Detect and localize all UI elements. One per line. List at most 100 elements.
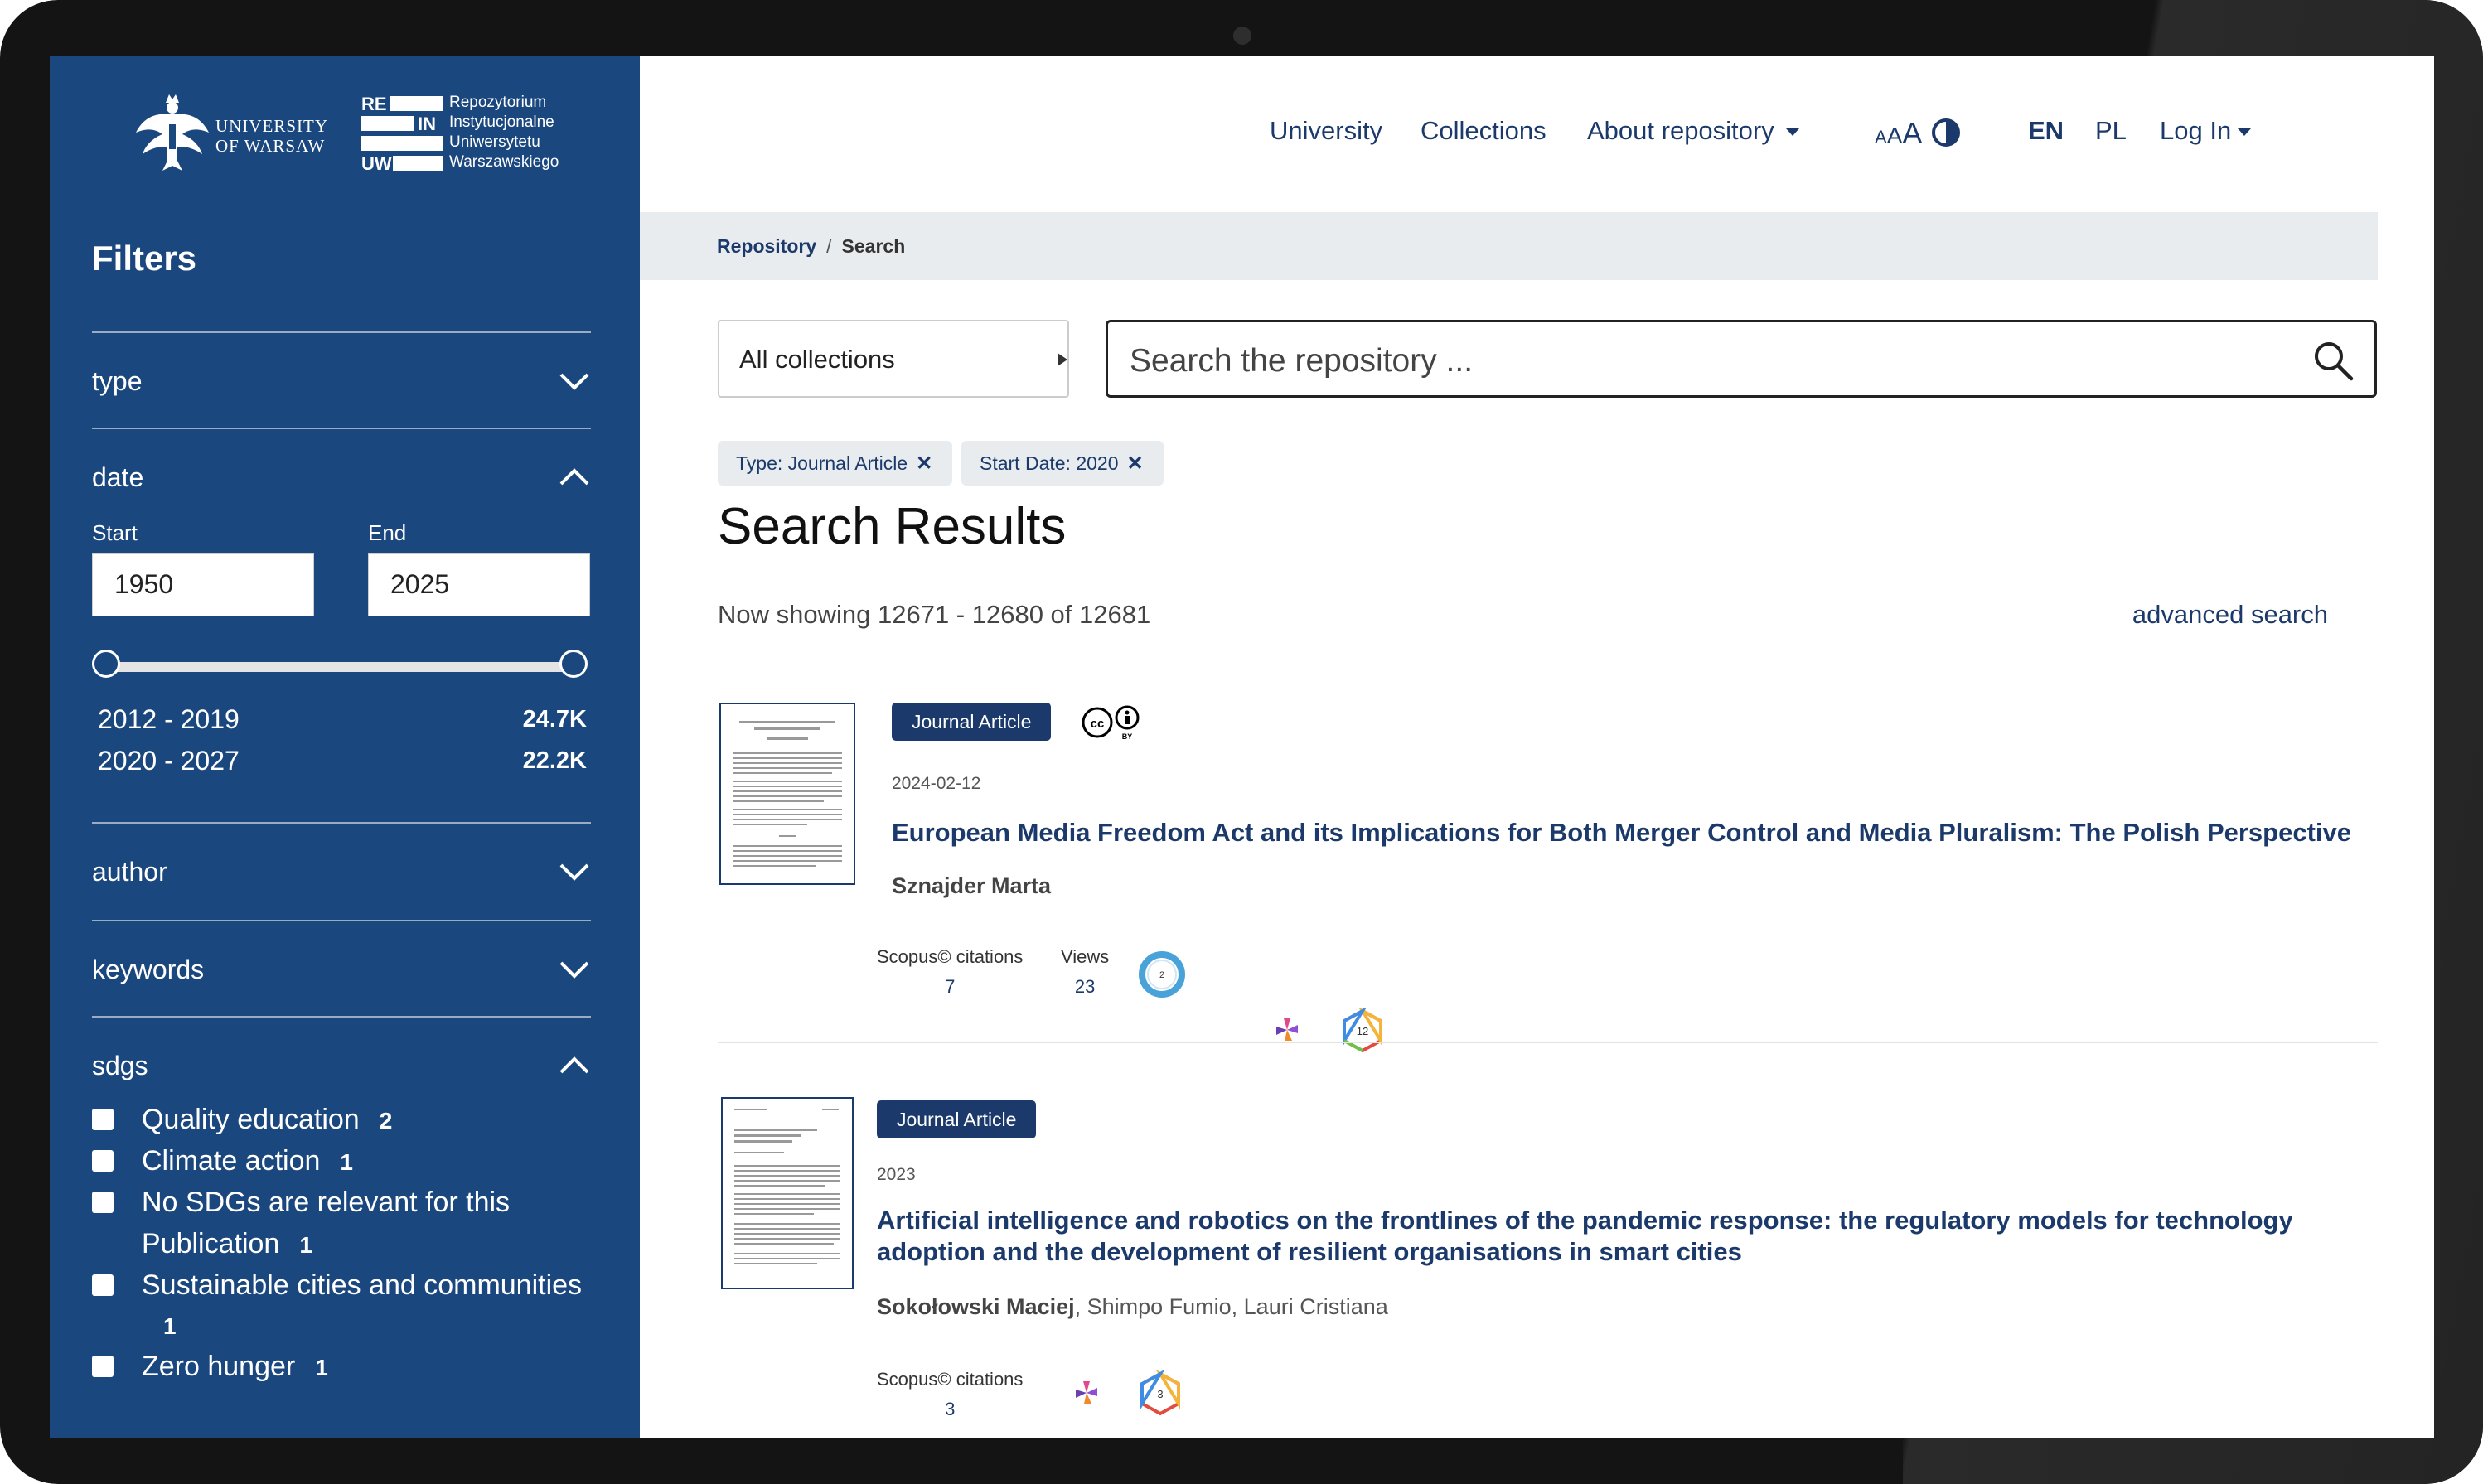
views-value: 23 (1074, 976, 1096, 997)
date-range-start-handle[interactable] (92, 650, 120, 678)
result-title-link[interactable]: European Media Freedom Act and its Impli… (892, 817, 2433, 848)
document-preview-icon (734, 1109, 840, 1264)
sdg-checkbox[interactable] (92, 1356, 114, 1377)
sdg-checkbox[interactable] (92, 1274, 114, 1296)
rein-text-line3: Uniwersytetu (449, 133, 540, 151)
camera-dot (1233, 27, 1251, 45)
login-label: Log In (2160, 116, 2232, 145)
result-author-link[interactable]: Sznajder Marta (892, 873, 1051, 898)
sdg-label: Zero hunger (142, 1351, 296, 1382)
font-size-toggle[interactable]: AAA (1875, 116, 1922, 151)
sdg-count: 1 (163, 1313, 177, 1339)
eagle-emblem-icon (136, 94, 209, 171)
result-thumbnail[interactable] (719, 703, 855, 885)
sdg-label: Sustainable cities and communities (142, 1269, 583, 1301)
item-type-badge: Journal Article (892, 703, 1052, 741)
lang-pl-link[interactable]: PL (2095, 116, 2127, 146)
nav-about-dropdown[interactable]: About repository (1587, 116, 1799, 146)
filters-title: Filters (92, 239, 197, 278)
rein-letters-uw: UW (361, 153, 392, 172)
search-input[interactable] (1128, 337, 2292, 385)
svg-text:cc: cc (1091, 717, 1105, 731)
university-of-warsaw-logo[interactable]: UNIVERSITY OF WARSAW (133, 91, 327, 174)
result-title-link[interactable]: Artificial intelligence and robotics on … (877, 1205, 2302, 1268)
rein-repository-logo[interactable]: RE IN UW Repozytorium Instytucjonalne Un… (361, 93, 577, 176)
dimensions-badge-icon[interactable]: 3 (1137, 1370, 1183, 1417)
rein-text-line1: Repozytorium (449, 94, 547, 111)
advanced-search-link[interactable]: advanced search (2132, 600, 2328, 630)
results-divider (718, 1042, 2378, 1043)
active-filter-label: Start Date: 2020 (980, 452, 1119, 474)
chevron-down-icon (559, 863, 589, 881)
facet-date-toggle[interactable]: date (92, 452, 591, 502)
views-metric[interactable]: Views 23 (1061, 946, 1109, 998)
date-end-input[interactable]: 2025 (368, 553, 590, 616)
nav-collections-link[interactable]: Collections (1421, 116, 1546, 146)
date-range-option[interactable]: 2020 - 2027 22.2K (98, 746, 587, 776)
svg-text:BY: BY (1122, 732, 1133, 741)
login-dropdown[interactable]: Log In (2160, 116, 2252, 146)
rein-text-line2: Instytucjonalne (449, 114, 554, 131)
date-start-label: Start (92, 520, 138, 545)
facet-sdgs-toggle[interactable]: sdgs (92, 1041, 591, 1090)
breadcrumb-repository-link[interactable]: Repository (717, 235, 816, 257)
result-authors: Sznajder Marta (892, 873, 1051, 899)
date-range-count: 24.7K (522, 706, 587, 732)
scopus-citations-metric[interactable]: Scopus© citations 7 (877, 946, 1023, 998)
chevron-down-icon (559, 961, 589, 979)
dimensions-badge-icon[interactable]: 12 (1339, 1008, 1386, 1054)
search-icon[interactable] (2311, 339, 2355, 382)
chevron-up-icon (559, 1056, 589, 1074)
result-date: 2024-02-12 (892, 774, 981, 793)
facet-author-toggle[interactable]: author (92, 847, 591, 897)
facet-divider (92, 331, 591, 333)
nav-university-link[interactable]: University (1270, 116, 1382, 146)
collection-select[interactable]: All collections (718, 320, 1069, 398)
active-filter-chip[interactable]: Type: Journal Article ✕ (718, 441, 953, 486)
lang-en-link[interactable]: EN (2028, 116, 2064, 146)
sdg-checkbox[interactable] (92, 1109, 114, 1130)
facet-divider (92, 1016, 591, 1018)
active-filter-chip[interactable]: Start Date: 2020 ✕ (961, 441, 1164, 486)
breadcrumb-bar: Repository / Search (640, 212, 2378, 280)
date-range-slider-track[interactable] (108, 662, 580, 672)
date-range-option[interactable]: 2012 - 2019 24.7K (98, 704, 587, 735)
close-icon[interactable]: ✕ (916, 452, 932, 475)
facet-date-label: date (92, 462, 144, 492)
breadcrumb: Repository / Search (717, 235, 905, 258)
plumx-icon[interactable] (1067, 1374, 1106, 1412)
sdg-count: 1 (340, 1149, 353, 1175)
sdg-count: 1 (315, 1355, 328, 1380)
date-start-input[interactable]: 1950 (92, 553, 314, 616)
rein-letters-in: IN (418, 114, 436, 134)
date-range-end-handle[interactable] (559, 650, 588, 678)
scopus-value: 3 (945, 1399, 956, 1419)
uw-logo-line2: OF WARSAW (215, 136, 326, 156)
facet-type-toggle[interactable]: type (92, 356, 591, 406)
date-range-label: 2020 - 2027 (98, 746, 240, 776)
views-label: Views (1061, 946, 1110, 967)
facet-keywords-label: keywords (92, 955, 205, 984)
result-author-link[interactable]: Sokołowski Maciej (877, 1294, 1075, 1319)
rein-uw-mark-icon: RE IN UW (361, 94, 443, 172)
facet-type-label: type (92, 366, 143, 396)
scopus-label: Scopus© citations (877, 1369, 1024, 1390)
plumx-icon[interactable] (1268, 1011, 1306, 1049)
sdg-checkbox[interactable] (92, 1150, 114, 1172)
altmetric-donut-icon[interactable]: 2 (1137, 950, 1187, 999)
sdg-count: 1 (299, 1232, 312, 1258)
result-thumbnail[interactable] (721, 1097, 854, 1289)
facet-keywords-toggle[interactable]: keywords (92, 945, 591, 994)
chevron-down-icon (559, 373, 589, 390)
rein-logo-text: Repozytorium Instytucjonalne Uniwersytet… (449, 93, 559, 172)
device-frame: UNIVERSITY OF WARSAW RE IN UW Repozytori… (0, 0, 2483, 1484)
facet-author-label: author (92, 857, 167, 887)
collection-select-value: All collections (739, 345, 895, 374)
close-icon[interactable]: ✕ (1127, 452, 1144, 475)
contrast-toggle-icon[interactable] (1931, 118, 1961, 147)
search-box (1106, 320, 2377, 398)
sdg-checkbox[interactable] (92, 1192, 114, 1213)
browser-viewport: UNIVERSITY OF WARSAW RE IN UW Repozytori… (50, 56, 2434, 1438)
scopus-citations-metric[interactable]: Scopus© citations 3 (877, 1369, 1023, 1420)
cc-by-license-icon[interactable]: cc BY (1081, 704, 1147, 742)
